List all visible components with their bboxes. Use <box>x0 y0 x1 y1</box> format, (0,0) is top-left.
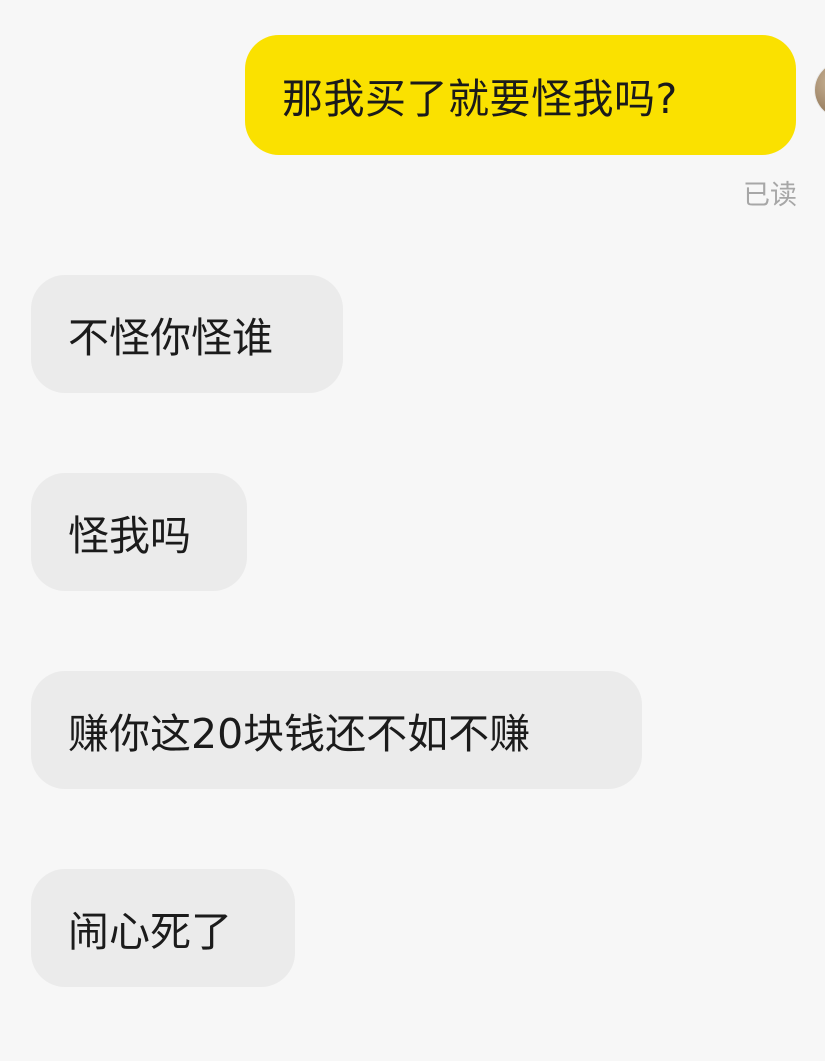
incoming-message-bubble[interactable]: 赚你这20块钱还不如不赚 <box>31 671 642 789</box>
incoming-message-bubble[interactable]: 闹心死了 <box>31 869 295 987</box>
incoming-message-text: 赚你这20块钱还不如不赚 <box>68 710 531 758</box>
incoming-message-bubble[interactable]: 怪我吗 <box>31 473 247 591</box>
sender-avatar[interactable] <box>815 62 825 118</box>
outgoing-message-text: 那我买了就要怪我吗? <box>282 75 678 123</box>
incoming-message-text: 怪我吗 <box>68 512 191 560</box>
read-receipt-label: 已读 <box>743 179 797 211</box>
chat-screen: 那我买了就要怪我吗? 已读 不怪你怪谁 怪我吗 赚你这20块钱还不如不赚 闹心死… <box>0 0 825 1061</box>
incoming-message-text: 不怪你怪谁 <box>68 314 273 362</box>
incoming-message-text: 闹心死了 <box>68 908 232 956</box>
outgoing-message-bubble[interactable]: 那我买了就要怪我吗? <box>245 35 796 155</box>
incoming-message-bubble[interactable]: 不怪你怪谁 <box>31 275 343 393</box>
